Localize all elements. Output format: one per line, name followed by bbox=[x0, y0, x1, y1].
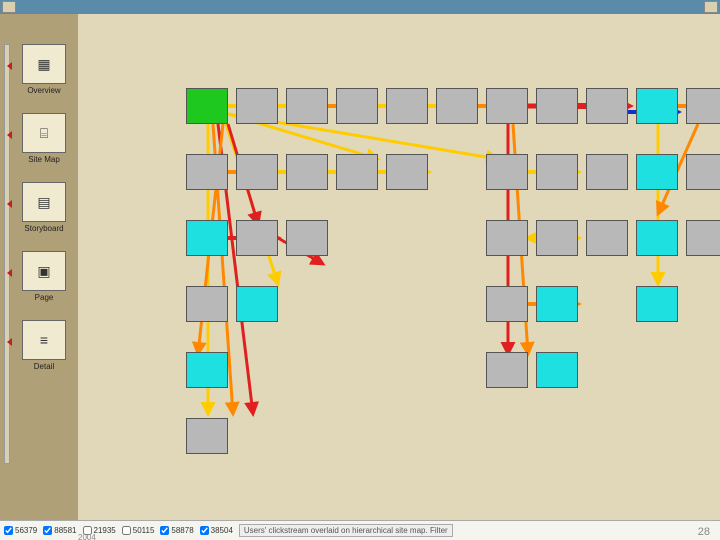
site-node[interactable] bbox=[486, 154, 528, 190]
window-sysmenu-icon[interactable] bbox=[2, 1, 16, 13]
site-node[interactable] bbox=[686, 220, 720, 256]
window-titlebar bbox=[0, 0, 720, 14]
nav-marker-icon bbox=[7, 131, 12, 139]
nav-label: Storyboard bbox=[24, 224, 63, 233]
nav-detail[interactable]: ≡ Detail bbox=[15, 320, 73, 371]
diagram-canvas[interactable] bbox=[78, 14, 720, 520]
site-node[interactable] bbox=[586, 88, 628, 124]
site-node[interactable] bbox=[536, 88, 578, 124]
site-node[interactable] bbox=[586, 154, 628, 190]
site-node[interactable] bbox=[186, 286, 228, 322]
site-node[interactable] bbox=[286, 154, 328, 190]
site-node[interactable] bbox=[436, 88, 478, 124]
nav-label: Overview bbox=[27, 86, 60, 95]
site-node[interactable] bbox=[236, 88, 278, 124]
site-node[interactable] bbox=[536, 154, 578, 190]
user-filter-check[interactable]: 56379 bbox=[4, 526, 37, 535]
site-node[interactable] bbox=[186, 352, 228, 388]
site-node[interactable] bbox=[236, 154, 278, 190]
site-node[interactable] bbox=[636, 88, 678, 124]
nav-storyboard[interactable]: ▤ Storyboard bbox=[15, 182, 73, 233]
window-control-icon[interactable] bbox=[704, 1, 718, 13]
site-node[interactable] bbox=[186, 220, 228, 256]
site-node[interactable] bbox=[636, 220, 678, 256]
footer-bar: 563798858121935501155887838504Users' cli… bbox=[0, 520, 720, 540]
nav-list: ▦ Overview ⌸ Site Map ▤ Storyboard ▣ Pag… bbox=[10, 14, 78, 520]
site-node[interactable] bbox=[586, 220, 628, 256]
overview-icon: ▦ bbox=[22, 44, 66, 84]
nav-sitemap[interactable]: ⌸ Site Map bbox=[15, 113, 73, 164]
site-node[interactable] bbox=[336, 154, 378, 190]
site-node[interactable] bbox=[236, 286, 278, 322]
site-node[interactable] bbox=[236, 220, 278, 256]
site-node[interactable] bbox=[386, 88, 428, 124]
site-node[interactable] bbox=[636, 286, 678, 322]
site-node[interactable] bbox=[486, 88, 528, 124]
nav-marker-icon bbox=[7, 200, 12, 208]
nav-label: Page bbox=[35, 293, 54, 302]
site-node[interactable] bbox=[686, 88, 720, 124]
site-node[interactable] bbox=[486, 220, 528, 256]
site-node[interactable] bbox=[186, 154, 228, 190]
user-filter-check[interactable]: 50115 bbox=[122, 526, 155, 535]
nav-page[interactable]: ▣ Page bbox=[15, 251, 73, 302]
nav-overview[interactable]: ▦ Overview bbox=[15, 44, 73, 95]
site-node[interactable] bbox=[536, 220, 578, 256]
user-filter-check[interactable]: 88581 bbox=[43, 526, 76, 535]
nav-label: Detail bbox=[34, 362, 54, 371]
site-node[interactable] bbox=[336, 88, 378, 124]
site-node[interactable] bbox=[286, 220, 328, 256]
page-icon: ▣ bbox=[22, 251, 66, 291]
user-filter-check[interactable]: 58878 bbox=[160, 526, 193, 535]
site-node[interactable] bbox=[536, 352, 578, 388]
nav-marker-icon bbox=[7, 338, 12, 346]
detail-icon: ≡ bbox=[22, 320, 66, 360]
slide-number: 28 bbox=[698, 526, 710, 538]
sitemap-icon: ⌸ bbox=[22, 113, 66, 153]
site-node[interactable] bbox=[186, 88, 228, 124]
sidebar: ▦ Overview ⌸ Site Map ▤ Storyboard ▣ Pag… bbox=[0, 14, 78, 520]
footer-description: Users' clickstream overlaid on hierarchi… bbox=[239, 524, 453, 537]
site-node[interactable] bbox=[636, 154, 678, 190]
site-node[interactable] bbox=[486, 286, 528, 322]
site-node[interactable] bbox=[386, 154, 428, 190]
site-node[interactable] bbox=[286, 88, 328, 124]
site-node[interactable] bbox=[686, 154, 720, 190]
site-node[interactable] bbox=[186, 418, 228, 454]
nav-marker-icon bbox=[7, 62, 12, 70]
storyboard-icon: ▤ bbox=[22, 182, 66, 222]
site-node[interactable] bbox=[536, 286, 578, 322]
nav-marker-icon bbox=[7, 269, 12, 277]
main-area: ▦ Overview ⌸ Site Map ▤ Storyboard ▣ Pag… bbox=[0, 14, 720, 520]
user-filter-check[interactable]: 38504 bbox=[200, 526, 233, 535]
nav-label: Site Map bbox=[28, 155, 60, 164]
slide-year: 2004 bbox=[78, 533, 96, 540]
site-node[interactable] bbox=[486, 352, 528, 388]
